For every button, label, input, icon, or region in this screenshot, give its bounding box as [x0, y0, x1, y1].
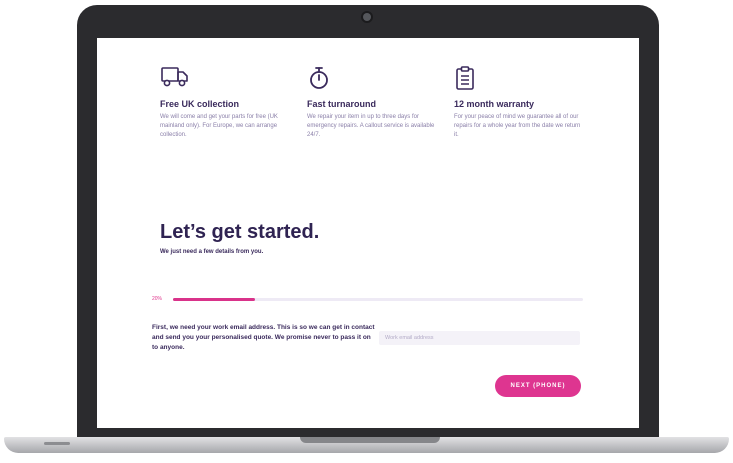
feature-title: Free UK collection: [160, 99, 240, 109]
laptop-base-lip: [44, 442, 70, 445]
progress-bar: [173, 298, 583, 301]
email-instructions: First, we need your work email address. …: [152, 324, 375, 351]
page-title: Let’s get started.: [160, 221, 320, 243]
laptop-base: [4, 437, 729, 453]
feature-description: For your peace of mind we guarantee all …: [454, 114, 581, 138]
feature-warranty: 12 month warranty For your peace of mind…: [454, 65, 584, 140]
progress-bar-fill: [173, 298, 255, 301]
feature-turnaround: Fast turnaround We repair your item in u…: [307, 65, 437, 140]
truck-icon: [160, 65, 290, 93]
next-phone-button[interactable]: NEXT (PHONE): [495, 375, 581, 397]
progress-percentage: 20%: [152, 296, 163, 302]
page-subtitle: We just need a few details from you.: [160, 249, 264, 255]
feature-title: Fast turnaround: [307, 99, 376, 109]
camera-icon: [363, 13, 371, 21]
screen: Free UK collection We will come and get …: [97, 38, 639, 428]
feature-title: 12 month warranty: [454, 99, 535, 109]
feature-description: We repair your item in up to three days …: [307, 114, 435, 138]
laptop-base-notch: [300, 437, 440, 443]
feature-description: We will come and get your parts for free…: [160, 114, 278, 138]
laptop-lid: Free UK collection We will come and get …: [77, 5, 659, 443]
email-field[interactable]: [379, 331, 580, 345]
stopwatch-icon: [307, 65, 437, 93]
clipboard-checklist-icon: [454, 65, 584, 93]
feature-collection: Free UK collection We will come and get …: [160, 65, 290, 140]
